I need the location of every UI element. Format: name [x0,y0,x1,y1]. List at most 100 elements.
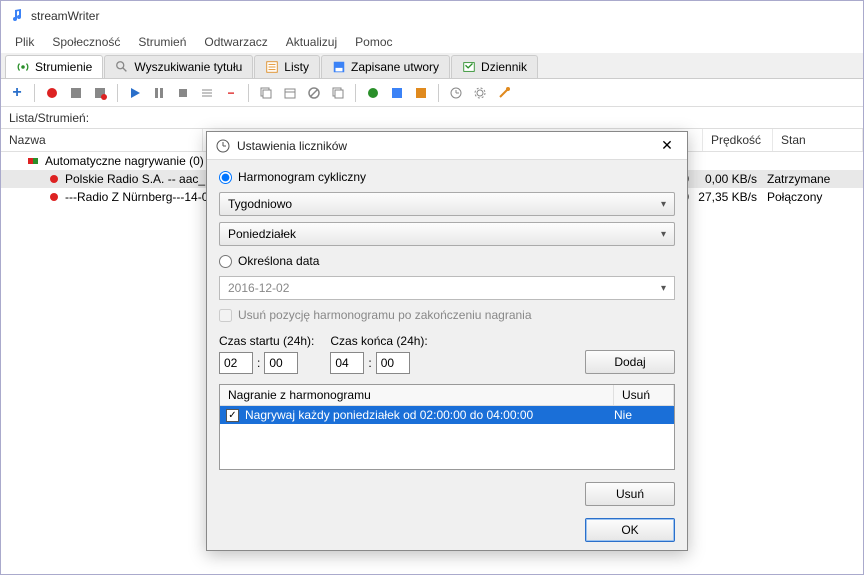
disk-button[interactable] [387,83,407,103]
menu-update[interactable]: Aktualizuj [278,33,345,51]
tab-lists[interactable]: Listy [254,55,320,78]
chevron-down-icon: ▾ [661,199,666,210]
stream-label: ---Radio Z Nürnberg---14-02 … [65,190,225,204]
log-icon [462,60,476,74]
remove-after-label: Usuń pozycję harmonogramu po zakończeniu… [238,308,532,322]
wand-button[interactable] [494,83,514,103]
folder-icon [27,154,41,168]
end-minute-input[interactable] [376,352,410,374]
ok-button[interactable]: OK [585,518,675,542]
radio-cyclic-label: Harmonogram cykliczny [238,170,366,184]
col-speed[interactable]: Prędkość [703,129,773,151]
tab-search[interactable]: Wyszukiwanie tytułu [104,55,253,78]
col-state[interactable]: Stan [773,129,863,151]
disk-icon [332,60,346,74]
radio-date-input[interactable] [219,255,232,268]
dialog-body: Harmonogram cykliczny Tygodniowo ▾ Ponie… [207,160,687,550]
stop-recording-button[interactable] [90,83,110,103]
title-bar: streamWriter [1,1,863,31]
calendar-button[interactable] [280,83,300,103]
list-button[interactable] [197,83,217,103]
colon: : [368,356,371,370]
calendar-dropdown-icon: ▾ [661,283,666,294]
status-dot-icon [47,172,61,186]
row-checkbox[interactable]: ✓ [226,409,239,422]
dialog-titlebar: Ustawienia liczników ✕ [207,132,687,160]
radio-cyclic-input[interactable] [219,171,232,184]
pause-button[interactable] [149,83,169,103]
block-button[interactable] [304,83,324,103]
close-button[interactable]: ✕ [655,134,679,158]
separator [355,84,356,102]
row-delete: Nie [614,408,668,422]
menu-help[interactable]: Pomoc [347,33,400,51]
radio-date-label: Określona data [238,254,319,268]
col-delete[interactable]: Usuń [614,385,674,405]
menu-community[interactable]: Społeczność [44,33,128,51]
separator [438,84,439,102]
stream-label: Polskie Radio S.A. -- aac_Re… [65,172,225,186]
clock-icon [215,138,231,154]
copy-link-button[interactable] [328,83,348,103]
status-dot-icon [47,190,61,204]
menu-stream[interactable]: Strumień [130,33,194,51]
stream-state: Połączony [767,190,857,204]
start-time-label: Czas startu (24h): [219,334,314,348]
dialog-title: Ustawienia liczników [237,139,655,153]
antenna-icon [16,60,30,74]
play-button[interactable] [125,83,145,103]
remove-button[interactable]: Usuń [585,482,675,506]
separator [117,84,118,102]
remove-after-input[interactable] [219,309,232,322]
menu-file[interactable]: Plik [7,33,42,51]
add-button[interactable]: + [7,83,27,103]
tab-log[interactable]: Dziennik [451,55,538,78]
col-name[interactable]: Nazwa [1,129,203,151]
copy-button[interactable] [256,83,276,103]
tab-label: Zapisane utwory [351,60,439,74]
schedule-row[interactable]: ✓ Nagrywaj każdy poniedziałek od 02:00:0… [220,406,674,424]
period-value: Tygodniowo [228,197,292,211]
app-icon [9,8,25,24]
gear-button[interactable] [470,83,490,103]
menu-player[interactable]: Odtwarzacz [196,33,275,51]
day-value: Poniedziałek [228,227,296,241]
date-value: 2016-12-02 [228,281,289,295]
end-time-label: Czas końca (24h): [330,334,427,348]
col-description[interactable]: Nagranie z harmonogramu [220,385,614,405]
globe-button[interactable] [363,83,383,103]
row-description: Nagrywaj każdy poniedziałek od 02:00:00 … [245,408,608,422]
start-minute-input[interactable] [264,352,298,374]
add-button[interactable]: Dodaj [585,350,675,374]
save-recording-button[interactable] [66,83,86,103]
schedule-table: Nagranie z harmonogramu Usuń ✓ Nagrywaj … [219,384,675,470]
tab-label: Listy [284,60,309,74]
brush-button[interactable] [411,83,431,103]
record-button[interactable] [42,83,62,103]
stream-state: Zatrzymane [767,172,857,186]
colon: : [257,356,260,370]
clock-button[interactable] [446,83,466,103]
end-hour-input[interactable] [330,352,364,374]
stop-button[interactable] [173,83,193,103]
list-icon [265,60,279,74]
radio-date[interactable]: Określona data [219,252,675,270]
remove-after-checkbox[interactable]: Usuń pozycję harmonogramu po zakończeniu… [219,306,675,328]
stream-speed: 27,35 KB/s [693,190,763,204]
schedule-header: Nagranie z harmonogramu Usuń [220,385,674,406]
list-stream-label: Lista/Strumień: [1,107,863,129]
separator [34,84,35,102]
radio-cyclic[interactable]: Harmonogram cykliczny [219,168,675,186]
tab-label: Strumienie [35,60,92,74]
period-combo[interactable]: Tygodniowo ▾ [219,192,675,216]
remove-button[interactable]: − [221,83,241,103]
menu-bar: Plik Społeczność Strumień Odtwarzacz Akt… [1,31,863,53]
tab-label: Wyszukiwanie tytułu [134,60,242,74]
start-hour-input[interactable] [219,352,253,374]
tab-bar: Strumienie Wyszukiwanie tytułu Listy Zap… [1,53,863,79]
day-combo[interactable]: Poniedziałek ▾ [219,222,675,246]
tab-streams[interactable]: Strumienie [5,55,103,78]
tab-saved[interactable]: Zapisane utwory [321,55,450,78]
date-field[interactable]: 2016-12-02 ▾ [219,276,675,300]
window-title: streamWriter [31,9,99,23]
